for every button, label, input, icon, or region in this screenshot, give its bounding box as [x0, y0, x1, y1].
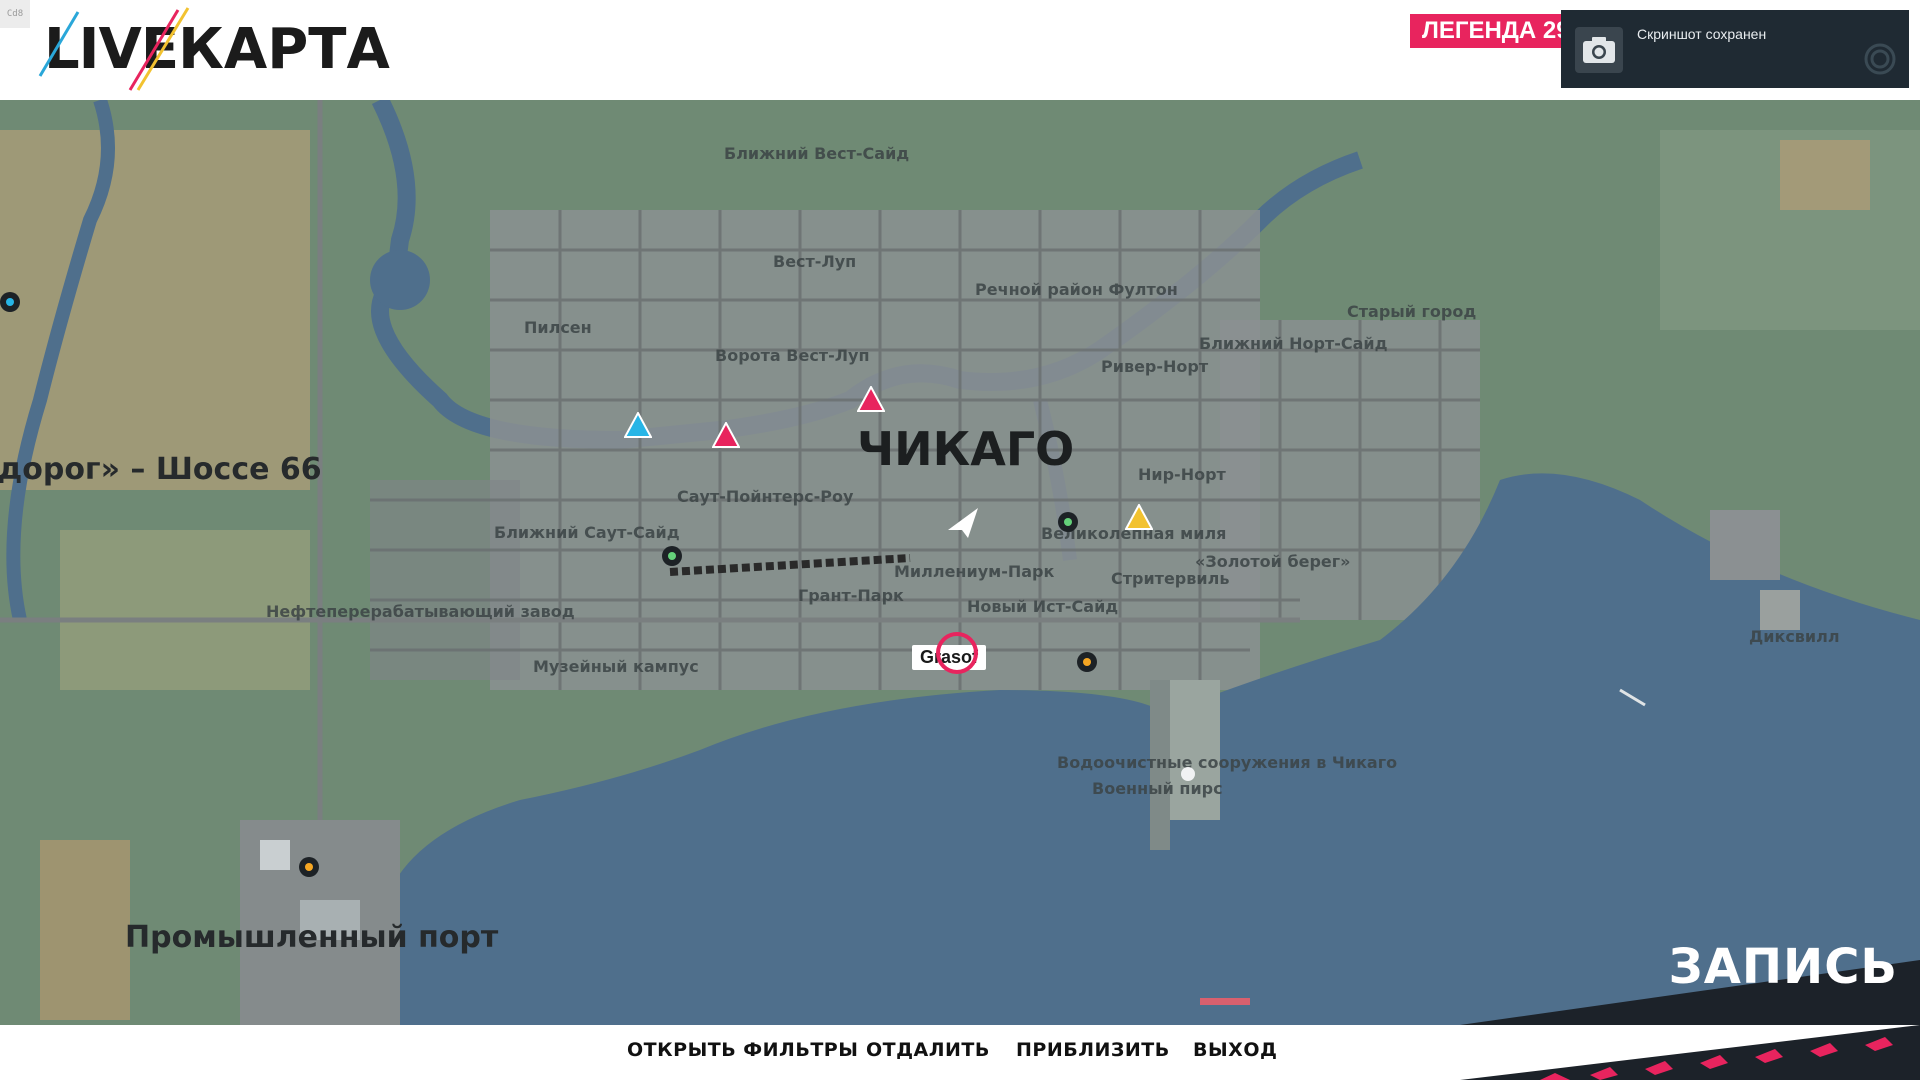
activity-marker-icon[interactable]: [297, 855, 321, 879]
district-label: Старый город: [1347, 302, 1477, 321]
event-marker-blue-icon[interactable]: [624, 412, 652, 438]
event-marker-yellow-icon[interactable]: [1125, 504, 1153, 530]
industrial-port-label: Промышленный порт: [125, 920, 499, 955]
screenshot-toast: Скриншот сохранен: [1561, 10, 1909, 88]
bottom-action-bar: ОТКРЫТЬ ФИЛЬТРЫ ОТДАЛИТЬ ПРИБЛИЗИТЬ ВЫХО…: [0, 1025, 1920, 1080]
live-map[interactable]: Ближний Вест-Сайд Вест-Луп Речной район …: [0, 100, 1920, 1025]
logo-karta-text: КАРТА: [178, 16, 390, 82]
district-label: Ворота Вест-Луп: [715, 346, 870, 365]
district-label: Нефтеперерабатывающий завод: [266, 602, 575, 621]
recording-chevrons-icon: [1460, 1025, 1920, 1080]
logo-strokes-icon: [38, 7, 190, 91]
district-label: Военный пирс: [1092, 779, 1223, 798]
district-label: Водоочистные сооружения в Чикаго: [1057, 753, 1398, 772]
district-label: Нир-Норт: [1138, 465, 1226, 484]
district-label: Миллениум-Парк: [894, 562, 1055, 581]
event-marker-pink-icon[interactable]: [712, 422, 740, 448]
district-label: Вест-Луп: [773, 252, 857, 271]
activity-marker-icon[interactable]: [0, 290, 22, 314]
livekarta-logo: LIVE КАРТА: [38, 7, 390, 91]
recording-indicator: ЗАПИСЬ: [1668, 939, 1898, 995]
zoom-out-button[interactable]: ОТДАЛИТЬ: [866, 1039, 990, 1061]
district-label: Диксвилл: [1749, 627, 1840, 646]
route-66-label: дорог» – Шоссе 66: [0, 452, 322, 487]
activity-marker-icon[interactable]: [660, 544, 684, 568]
district-label: Речной район Фултон: [975, 280, 1178, 299]
district-label: Музейный кампус: [533, 657, 699, 676]
district-label: Саут-Пойнтерс-Роу: [677, 487, 854, 506]
player-arrow-icon: [948, 508, 978, 538]
city-label: ЧИКАГО: [857, 422, 1075, 476]
district-label: Грант-Парк: [798, 586, 904, 605]
district-label: Стритервиль: [1111, 569, 1230, 588]
pier-marker-icon[interactable]: [1180, 766, 1196, 782]
activity-marker-icon[interactable]: [1056, 510, 1080, 534]
ubisoft-swirl-icon: [1864, 43, 1896, 75]
activity-marker-icon[interactable]: [1075, 650, 1099, 674]
district-label: Ближний Норт-Сайд: [1199, 334, 1388, 353]
camera-icon: [1575, 27, 1623, 73]
district-label: Пилсен: [524, 318, 592, 337]
event-marker-pink-icon[interactable]: [857, 386, 885, 412]
district-label: Ближний Вест-Сайд: [724, 144, 910, 163]
district-label: Ближний Саут-Сайд: [494, 523, 680, 542]
district-label: Ривер-Норт: [1101, 357, 1209, 376]
district-label: Новый Ист-Сайд: [967, 597, 1119, 616]
zoom-in-button[interactable]: ПРИБЛИЗИТЬ: [1016, 1039, 1170, 1061]
open-filters-button[interactable]: ОТКРЫТЬ ФИЛЬТРЫ: [627, 1039, 858, 1061]
player-location-ring: [936, 632, 978, 674]
exit-button[interactable]: ВЫХОД: [1193, 1039, 1277, 1061]
toast-message: Скриншот сохранен: [1637, 26, 1767, 42]
fps-counter: Cd8: [0, 0, 30, 28]
